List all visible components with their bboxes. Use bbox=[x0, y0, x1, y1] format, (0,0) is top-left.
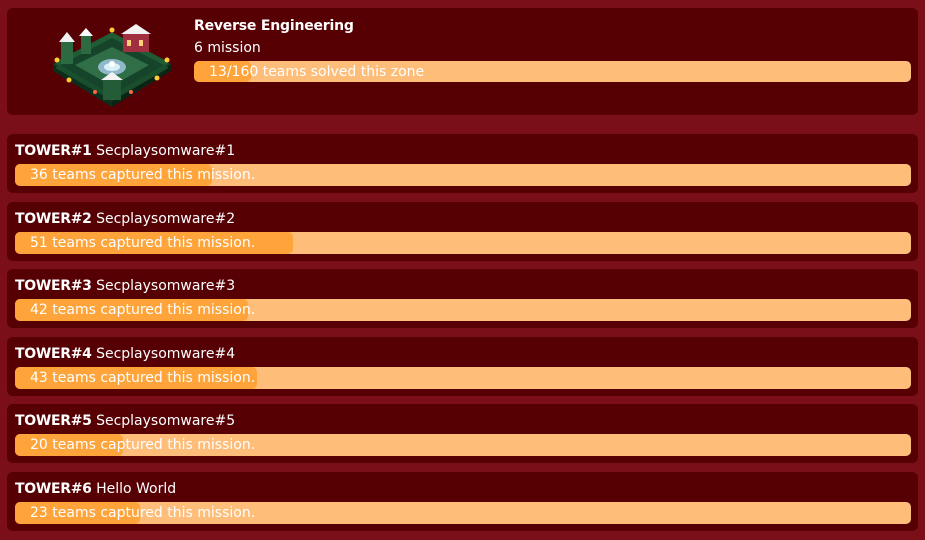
zone-progress-label: 13/160 teams solved this zone bbox=[209, 63, 425, 80]
mission-progress-bar: 20 teams captured this mission. bbox=[15, 434, 911, 456]
zone-progress-bar: 13/160 teams solved this zone bbox=[194, 61, 911, 82]
zone-card[interactable]: Reverse Engineering 6 mission 13/160 tea… bbox=[7, 8, 918, 115]
mission-progress-label: 51 teams captured this mission. bbox=[30, 235, 256, 251]
mission-heading: TOWER#3 Secplaysomware#3 bbox=[15, 278, 235, 294]
tower-label: TOWER#4 bbox=[15, 346, 92, 362]
mission-name: Secplaysomware#1 bbox=[96, 143, 236, 159]
mission-name: Secplaysomware#4 bbox=[96, 346, 236, 362]
zone-title: Reverse Engineering bbox=[194, 18, 354, 34]
mission-card-1[interactable]: TOWER#1 Secplaysomware#1 36 teams captur… bbox=[7, 134, 918, 193]
mission-heading: TOWER#4 Secplaysomware#4 bbox=[15, 346, 235, 362]
mission-progress-label: 36 teams captured this mission. bbox=[30, 167, 256, 183]
mission-name: Secplaysomware#3 bbox=[96, 278, 236, 294]
tower-label: TOWER#6 bbox=[15, 481, 92, 497]
tower-label: TOWER#2 bbox=[15, 211, 92, 227]
mission-progress-bar: 36 teams captured this mission. bbox=[15, 164, 911, 186]
tower-label: TOWER#3 bbox=[15, 278, 92, 294]
mission-heading: TOWER#5 Secplaysomware#5 bbox=[15, 413, 235, 429]
mission-name: Hello World bbox=[96, 481, 177, 497]
mission-progress-label: 23 teams captured this mission. bbox=[30, 505, 256, 521]
mission-card-3[interactable]: TOWER#3 Secplaysomware#3 42 teams captur… bbox=[7, 269, 918, 328]
mission-progress-bar: 43 teams captured this mission. bbox=[15, 367, 911, 389]
mission-heading: TOWER#2 Secplaysomware#2 bbox=[15, 211, 235, 227]
mission-name: Secplaysomware#5 bbox=[96, 413, 236, 429]
mission-progress-bar: 23 teams captured this mission. bbox=[15, 502, 911, 524]
mission-card-4[interactable]: TOWER#4 Secplaysomware#4 43 teams captur… bbox=[7, 337, 918, 396]
mission-progress-label: 20 teams captured this mission. bbox=[30, 437, 256, 453]
mission-card-2[interactable]: TOWER#2 Secplaysomware#2 51 teams captur… bbox=[7, 202, 918, 261]
mission-progress-bar: 51 teams captured this mission. bbox=[15, 232, 911, 254]
castle-zone-icon bbox=[53, 24, 171, 107]
mission-heading: TOWER#6 Hello World bbox=[15, 481, 176, 497]
tower-label: TOWER#1 bbox=[15, 143, 92, 159]
tower-label: TOWER#5 bbox=[15, 413, 92, 429]
mission-card-6[interactable]: TOWER#6 Hello World 23 teams captured th… bbox=[7, 472, 918, 531]
mission-card-5[interactable]: TOWER#5 Secplaysomware#5 20 teams captur… bbox=[7, 404, 918, 463]
mission-name: Secplaysomware#2 bbox=[96, 211, 236, 227]
mission-heading: TOWER#1 Secplaysomware#1 bbox=[15, 143, 235, 159]
zone-mission-count: 6 mission bbox=[194, 40, 261, 56]
mission-progress-label: 43 teams captured this mission. bbox=[30, 370, 256, 386]
mission-progress-bar: 42 teams captured this mission. bbox=[15, 299, 911, 321]
mission-progress-label: 42 teams captured this mission. bbox=[30, 302, 256, 318]
